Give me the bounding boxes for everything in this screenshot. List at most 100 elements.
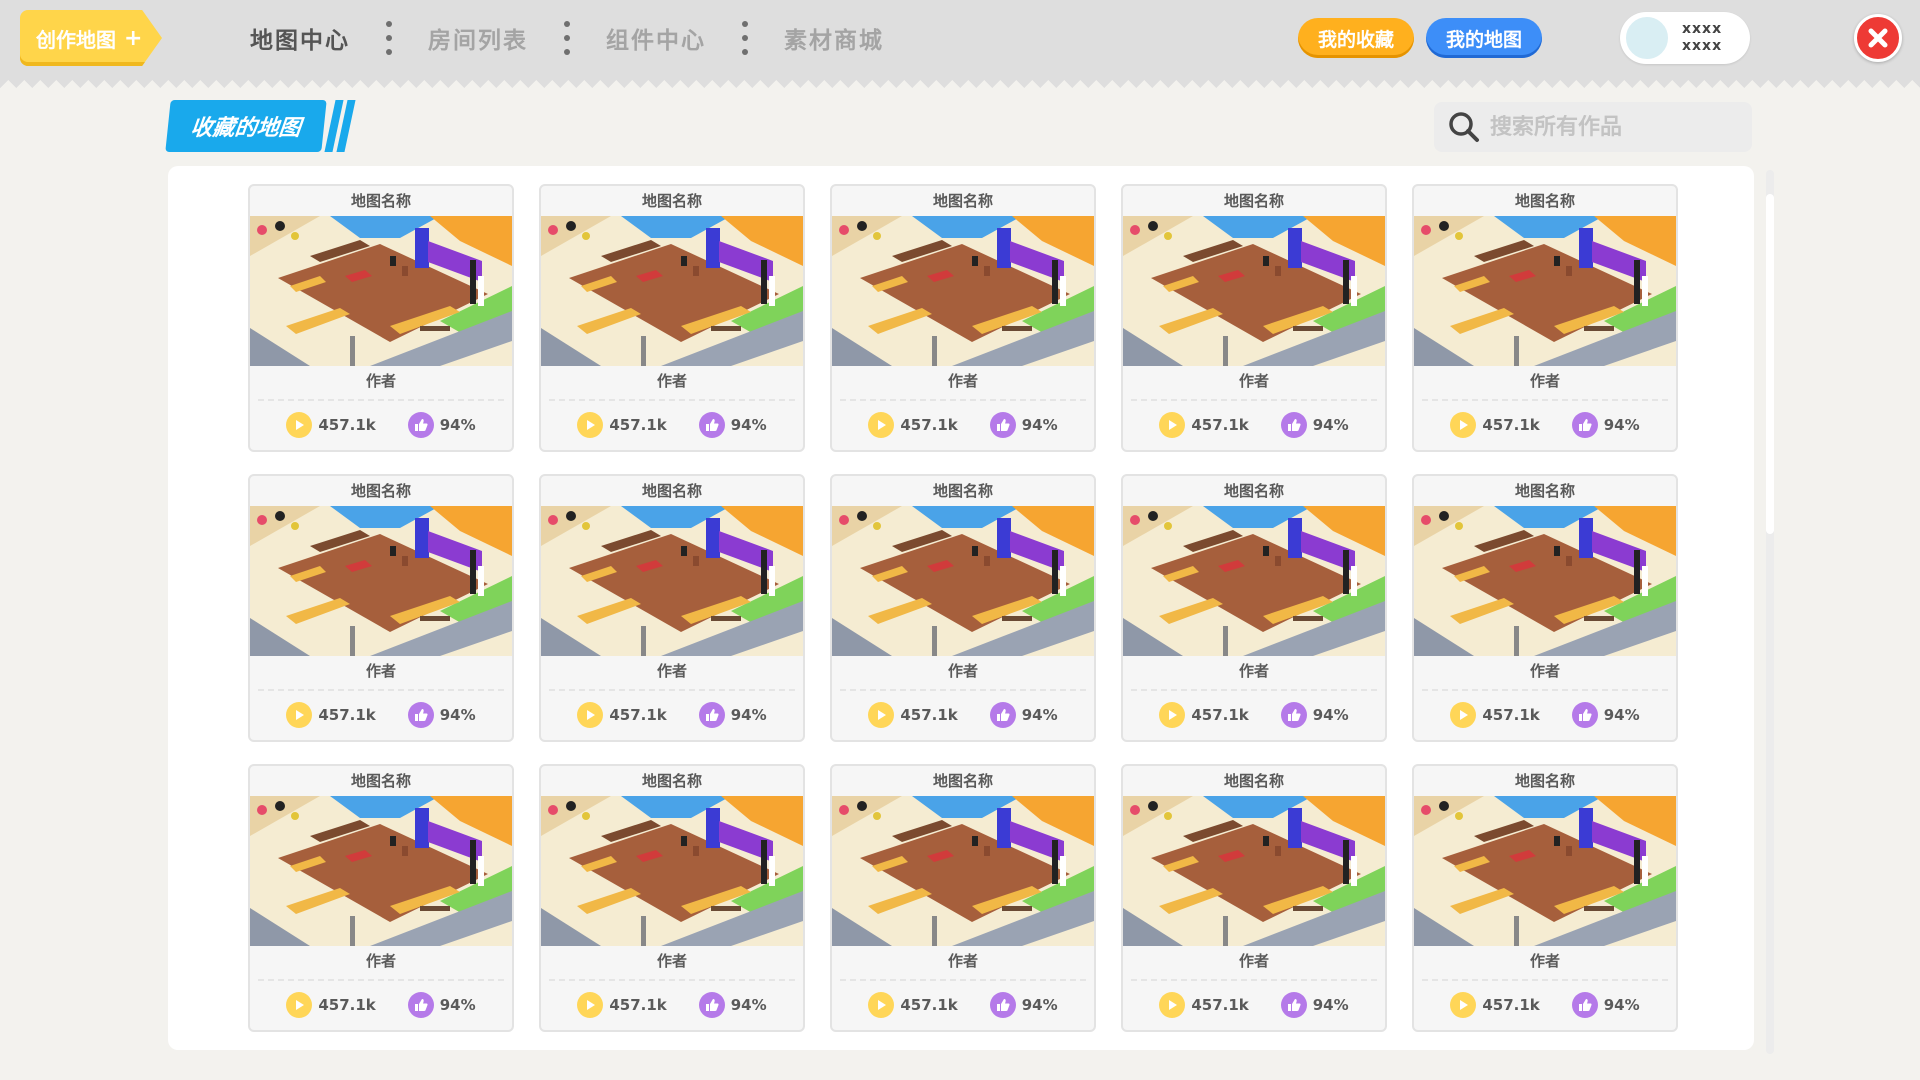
nav-map-center[interactable]: 地图中心	[250, 21, 350, 55]
nav-separator	[742, 21, 748, 55]
close-icon	[1868, 28, 1888, 48]
plus-icon: +	[124, 25, 143, 51]
card-divider	[1131, 979, 1377, 981]
play-count: 457.1k	[1450, 412, 1540, 438]
nav-separator	[386, 21, 392, 55]
map-card[interactable]: 地图名称 作者 457.1k 94%	[1121, 764, 1387, 1032]
nav-room-list[interactable]: 房间列表	[428, 21, 528, 55]
like-rate: 94%	[989, 702, 1058, 728]
play-count-value: 457.1k	[900, 996, 958, 1014]
play-icon	[577, 702, 604, 728]
map-card[interactable]: 地图名称 作者 457.1k 94%	[248, 764, 514, 1032]
map-card[interactable]: 地图名称 作者 457.1k 94%	[539, 184, 805, 452]
map-thumbnail	[1123, 796, 1385, 946]
my-favorites-button[interactable]: 我的收藏	[1298, 18, 1415, 58]
card-stats: 457.1k 94%	[1123, 990, 1385, 1020]
map-card[interactable]: 地图名称 作者 457.1k 94%	[539, 474, 805, 742]
like-rate: 94%	[989, 412, 1058, 438]
map-card[interactable]: 地图名称 作者 457.1k 94%	[248, 474, 514, 742]
thumbs-up-icon	[698, 992, 725, 1018]
like-rate: 94%	[1571, 992, 1640, 1018]
like-rate: 94%	[407, 992, 476, 1018]
nav-component-center[interactable]: 组件中心	[606, 21, 706, 55]
card-divider	[549, 399, 795, 401]
like-rate: 94%	[1280, 992, 1349, 1018]
map-name: 地图名称	[932, 482, 993, 500]
card-stats: 457.1k 94%	[541, 410, 803, 440]
search-input[interactable]	[1490, 114, 1740, 140]
nav-asset-store[interactable]: 素材商城	[784, 21, 884, 55]
map-card[interactable]: 地图名称 作者 457.1k 94%	[830, 184, 1096, 452]
map-author: 作者	[1238, 372, 1269, 390]
map-name: 地图名称	[641, 192, 702, 210]
play-count: 457.1k	[1450, 992, 1540, 1018]
map-card[interactable]: 地图名称 作者 457.1k 94%	[1121, 184, 1387, 452]
play-count-value: 457.1k	[318, 706, 376, 724]
map-name: 地图名称	[1223, 192, 1284, 210]
map-card[interactable]: 地图名称 作者 457.1k 94%	[830, 474, 1096, 742]
like-rate-value: 94%	[730, 706, 767, 724]
search-box[interactable]	[1434, 102, 1752, 152]
map-card[interactable]: 地图名称 作者 457.1k 94%	[830, 764, 1096, 1032]
map-thumbnail	[541, 216, 803, 366]
map-thumbnail	[832, 506, 1094, 656]
card-divider	[1422, 689, 1668, 691]
map-card[interactable]: 地图名称 作者 457.1k 94%	[1412, 184, 1678, 452]
map-thumbnail	[250, 796, 512, 946]
map-card[interactable]: 地图名称 作者 457.1k 94%	[1412, 764, 1678, 1032]
like-rate-value: 94%	[730, 416, 767, 434]
like-rate-value: 94%	[1603, 706, 1640, 724]
like-rate-value: 94%	[1021, 706, 1058, 724]
thumbs-up-icon	[407, 412, 434, 438]
play-count: 457.1k	[868, 412, 958, 438]
card-divider	[258, 399, 504, 401]
map-name: 地图名称	[641, 772, 702, 790]
scrollbar-thumb[interactable]	[1766, 194, 1774, 534]
map-author: 作者	[365, 372, 396, 390]
close-button[interactable]	[1854, 14, 1902, 62]
play-icon	[868, 412, 895, 438]
map-name: 地图名称	[932, 192, 993, 210]
map-thumbnail	[541, 796, 803, 946]
avatar	[1622, 13, 1672, 63]
card-divider	[1422, 399, 1668, 401]
thumbs-up-icon	[989, 992, 1016, 1018]
play-count: 457.1k	[868, 702, 958, 728]
map-thumbnail	[832, 796, 1094, 946]
scrollbar[interactable]	[1766, 170, 1774, 1054]
map-author: 作者	[365, 952, 396, 970]
card-stats: 457.1k 94%	[832, 990, 1094, 1020]
play-count-value: 457.1k	[1191, 996, 1249, 1014]
play-count-value: 457.1k	[1482, 706, 1540, 724]
play-count: 457.1k	[1159, 702, 1249, 728]
like-rate-value: 94%	[1603, 996, 1640, 1014]
my-maps-button[interactable]: 我的地图	[1426, 18, 1543, 58]
card-stats: 457.1k 94%	[1123, 700, 1385, 730]
thumbs-up-icon	[407, 992, 434, 1018]
like-rate-value: 94%	[1021, 996, 1058, 1014]
map-card-grid: 地图名称 作者 457.1k 94% 地图名称 作者 457.1k 94% 地图…	[248, 184, 1678, 1032]
card-stats: 457.1k 94%	[250, 410, 512, 440]
user-profile-chip[interactable]: xxxx xxxx	[1620, 12, 1750, 64]
map-name: 地图名称	[350, 772, 411, 790]
create-map-button[interactable]: 创作地图 +	[20, 10, 162, 66]
map-thumbnail	[1414, 506, 1676, 656]
map-thumbnail	[541, 506, 803, 656]
play-icon	[286, 412, 313, 438]
play-count-value: 457.1k	[318, 416, 376, 434]
map-author: 作者	[1238, 662, 1269, 680]
card-divider	[840, 979, 1086, 981]
like-rate-value: 94%	[439, 996, 476, 1014]
map-card[interactable]: 地图名称 作者 457.1k 94%	[1121, 474, 1387, 742]
play-icon	[1450, 702, 1477, 728]
map-card[interactable]: 地图名称 作者 457.1k 94%	[248, 184, 514, 452]
map-author: 作者	[656, 952, 687, 970]
map-card[interactable]: 地图名称 作者 457.1k 94%	[1412, 474, 1678, 742]
map-author: 作者	[1238, 952, 1269, 970]
thumbs-up-icon	[698, 412, 725, 438]
card-divider	[258, 979, 504, 981]
map-card[interactable]: 地图名称 作者 457.1k 94%	[539, 764, 805, 1032]
like-rate-value: 94%	[1312, 706, 1349, 724]
thumbs-up-icon	[698, 702, 725, 728]
play-icon	[577, 992, 604, 1018]
